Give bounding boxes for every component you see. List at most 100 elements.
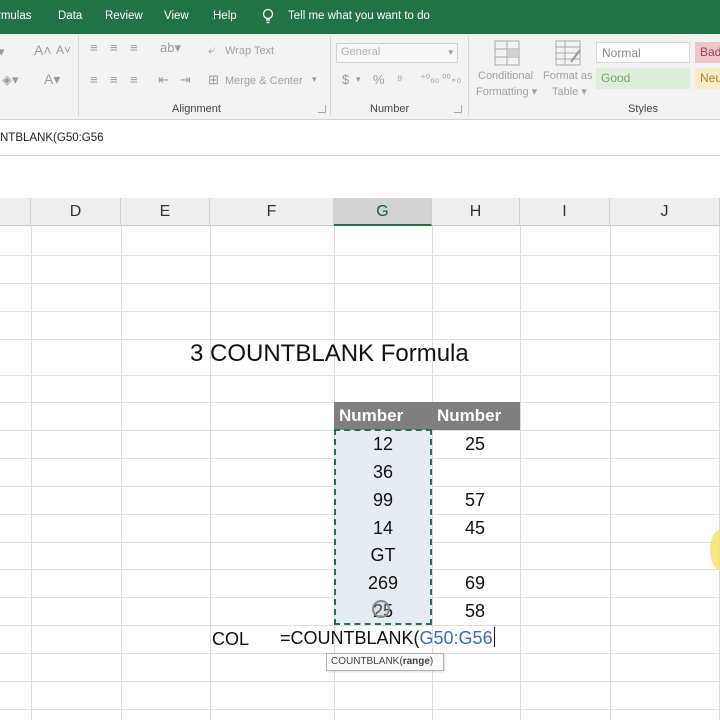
styles-group-label: Styles [628,103,658,115]
tell-me-search[interactable]: Tell me what you want to do [288,10,430,22]
cell-h-value[interactable] [428,541,522,569]
text-caret [493,627,495,647]
decrease-font-icon[interactable]: A˅ [56,43,71,57]
cell-h-value[interactable]: 69 [428,569,522,597]
cell-g-value[interactable]: 269 [336,569,430,597]
grid-line [210,226,211,720]
cell-h-value[interactable]: 45 [428,514,522,542]
cell-g-value[interactable]: 36 [336,458,430,486]
format-as-table-label-1[interactable]: Format as [543,70,593,82]
group-separator [78,36,79,116]
align-center-icon[interactable]: ≡ [110,72,118,87]
tooltip-argument[interactable]: range [403,656,430,667]
menu-view[interactable]: View [164,10,189,22]
decrease-decimal-icon[interactable]: ⁰⁰₊₀ [442,72,461,85]
merge-dropdown-icon[interactable]: ▾ [312,74,317,85]
merge-center-button[interactable]: Merge & Center [225,75,303,87]
style-neutral[interactable]: Neu [695,68,720,89]
alignment-launcher-icon[interactable] [318,105,326,113]
grid-line [31,226,32,720]
column-header-e[interactable]: E [121,198,210,226]
group-separator [330,36,331,116]
conditional-formatting-label-1[interactable]: Conditional [478,70,533,82]
conditional-formatting-label-2[interactable]: Formatting ▾ [476,85,537,98]
align-top-icon[interactable]: ≡ [90,40,98,55]
sheet-title[interactable]: 3 COUNTBLANK Formula [190,340,469,368]
header-cell-g[interactable]: Number [334,402,432,430]
excel-window: rmulas Data Review View Help Tell me wha… [0,0,720,720]
column-header-i[interactable]: I [520,198,610,226]
menu-data[interactable]: Data [58,10,82,22]
grid-line [0,681,720,682]
formula-bar-text: NTBLANK(G50:G56 [0,132,104,144]
formula-bar-gap [0,156,720,198]
chevron-down-icon[interactable]: ▾ [356,74,361,85]
number-format-select[interactable]: General ▾ [336,43,458,63]
menu-review[interactable]: Review [105,10,143,22]
menu-bar: rmulas Data Review View Help Tell me wha… [0,0,720,34]
column-header-partial[interactable] [0,198,31,226]
wrap-text-button[interactable]: Wrap Text [225,45,274,57]
cell-g-value[interactable]: 12 [336,430,430,458]
style-good[interactable]: Good [596,68,690,89]
cell-h-value[interactable] [428,458,522,486]
column-header-h[interactable]: H [432,198,520,226]
orientation-icon[interactable]: ab▾ [160,40,181,56]
cell-g-value[interactable]: 14 [336,514,430,542]
column-header-j[interactable]: J [610,198,720,226]
style-normal[interactable]: Normal [596,42,690,63]
align-right-icon[interactable]: ≡ [130,72,138,87]
grid-line [0,311,720,312]
cell-h-value[interactable]: 57 [428,486,522,514]
grid-line [121,226,122,720]
cell-g-value[interactable]: GT [336,541,430,569]
font-size-box-fragment[interactable]: ▾ [0,44,5,60]
formula-bar[interactable]: NTBLANK(G50:G56 [0,120,720,156]
increase-indent-icon[interactable]: ⇥ [180,72,191,88]
formula-range-ref: G50:G56 [419,628,493,648]
column-headers: D E F G H I J [0,198,720,226]
grid-line [0,709,720,710]
percent-button[interactable]: % [373,72,385,87]
number-group-label: Number [370,103,410,115]
cell-h-value[interactable]: 58 [428,597,522,625]
format-as-table-icon[interactable] [553,38,583,68]
currency-button[interactable]: $ [342,72,349,87]
label-cell[interactable]: COL [212,629,249,650]
menu-help[interactable]: Help [213,10,237,22]
column-header-f[interactable]: F [210,198,334,226]
align-left-icon[interactable]: ≡ [90,72,98,87]
column-header-g[interactable]: G [334,198,432,226]
cursor-highlight [372,600,390,618]
font-color-icon[interactable]: A▾ [44,71,60,88]
header-cell-h[interactable]: Number [432,402,520,430]
align-bottom-icon[interactable]: ≡ [130,40,138,55]
menu-formulas[interactable]: rmulas [0,10,32,22]
grid-line [0,625,720,626]
tooltip-function-name: COUNTBLANK( [331,656,403,667]
format-as-table-label-2[interactable]: Table ▾ [552,85,587,98]
chevron-down-icon: ▾ [448,47,453,57]
increase-font-icon[interactable]: A˄ [34,42,52,58]
merge-center-icon: ⊞ [208,72,219,87]
comma-button[interactable]: ⁹ [397,72,403,87]
cell-h-value[interactable]: 25 [428,430,522,458]
align-middle-icon[interactable]: ≡ [110,40,118,55]
group-separator [468,36,469,116]
grid-line [0,283,720,284]
increase-decimal-icon[interactable]: ⁺⁰₀₀ [420,72,439,85]
grid-line [610,226,611,720]
ribbon: ▾ A˄ A˅ ◈▾ A▾ ≡ ≡ ≡ ab▾ ≡ ≡ ≡ ⇤ ⇥ ⤶ Wrap… [0,34,720,120]
alignment-group-label: Alignment [172,103,221,115]
style-bad[interactable]: Bad [695,42,720,63]
cell-g-value[interactable]: 99 [336,486,430,514]
wrap-text-icon: ⤶ [208,42,216,57]
formula-edit-cell[interactable]: =COUNTBLANK(G50:G56 [280,627,495,649]
decrease-indent-icon[interactable]: ⇤ [158,72,169,88]
conditional-formatting-icon[interactable] [492,38,522,68]
fill-color-icon[interactable]: ◈▾ [2,72,19,88]
number-launcher-icon[interactable] [454,105,462,113]
column-header-d[interactable]: D [31,198,121,226]
function-tooltip[interactable]: COUNTBLANK(range) [326,653,444,671]
number-format-value: General [341,46,381,58]
